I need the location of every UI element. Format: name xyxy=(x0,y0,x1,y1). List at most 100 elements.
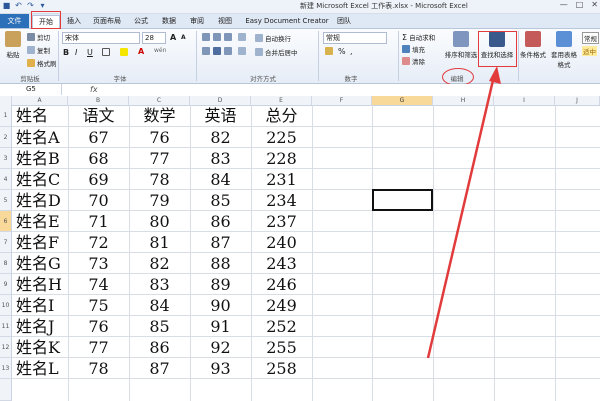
clear-button[interactable]: 清除 xyxy=(402,56,425,66)
cell-total[interactable]: 255 xyxy=(251,337,312,359)
header-cell-math[interactable]: 数学 xyxy=(129,105,190,127)
cell-total[interactable]: 228 xyxy=(251,148,312,170)
column-header-g[interactable]: G xyxy=(372,96,433,105)
cell-math[interactable]: 84 xyxy=(129,295,190,317)
select-all-corner[interactable] xyxy=(0,96,12,105)
column-header-b[interactable]: B xyxy=(68,96,129,105)
cell-name[interactable]: 姓名F xyxy=(16,232,68,254)
cell-math[interactable]: 80 xyxy=(129,211,190,233)
align-bottom-button[interactable] xyxy=(224,33,234,42)
align-top-button[interactable] xyxy=(202,33,212,42)
underline-button[interactable]: U xyxy=(87,48,93,57)
cell-total[interactable]: 249 xyxy=(251,295,312,317)
align-center-button[interactable] xyxy=(213,47,223,56)
active-cell-selection[interactable] xyxy=(372,189,433,211)
undo-icon[interactable]: ↶ xyxy=(14,1,23,10)
cell-math[interactable]: 77 xyxy=(129,148,190,170)
cell-english[interactable]: 92 xyxy=(190,337,251,359)
cell-total[interactable]: 231 xyxy=(251,169,312,191)
row-header[interactable]: 7 xyxy=(0,232,12,253)
fx-icon[interactable]: fx xyxy=(90,84,98,95)
row-header[interactable]: 8 xyxy=(0,253,12,274)
cell-chinese[interactable]: 76 xyxy=(68,316,129,338)
cell-name[interactable]: 姓名H xyxy=(16,274,68,296)
cell-total[interactable]: 234 xyxy=(251,190,312,212)
cell-math[interactable]: 78 xyxy=(129,169,190,191)
paste-button[interactable]: 粘贴 xyxy=(3,31,23,59)
style-normal[interactable]: 常规 xyxy=(582,32,599,44)
minimize-button[interactable]: — xyxy=(560,0,568,9)
comma-button[interactable]: , xyxy=(350,47,353,56)
orientation-button[interactable] xyxy=(238,33,248,42)
bold-button[interactable]: B xyxy=(63,48,69,57)
name-box[interactable]: G5 xyxy=(0,84,62,95)
cell-math[interactable]: 86 xyxy=(129,337,190,359)
header-cell-total[interactable]: 总分 xyxy=(251,105,312,127)
fill-button[interactable]: 填充 xyxy=(402,44,425,54)
cell-name[interactable]: 姓名G xyxy=(16,253,68,275)
save-icon[interactable]: ■ xyxy=(2,1,11,10)
row-header[interactable]: 4 xyxy=(0,169,12,190)
cell-total[interactable]: 237 xyxy=(251,211,312,233)
grow-font-button[interactable]: A xyxy=(170,33,176,42)
table-format-button[interactable]: 套用表格格式 xyxy=(551,31,577,69)
cell-chinese[interactable]: 74 xyxy=(68,274,129,296)
column-header-e[interactable]: E xyxy=(251,96,312,105)
cell-math[interactable]: 79 xyxy=(129,190,190,212)
row-header[interactable]: 1 xyxy=(0,105,12,127)
cell-name[interactable]: 姓名D xyxy=(16,190,68,212)
cell-math[interactable]: 85 xyxy=(129,316,190,338)
wrap-text-button[interactable]: 自动换行 xyxy=(255,33,291,43)
cell-name[interactable]: 姓名B xyxy=(16,148,68,170)
cell-english[interactable]: 87 xyxy=(190,232,251,254)
customize-qat-icon[interactable]: ▾ xyxy=(38,1,47,10)
autosum-button[interactable]: Σ 自动求和 xyxy=(402,32,435,42)
maximize-button[interactable]: □ xyxy=(576,0,584,9)
cell-math[interactable]: 83 xyxy=(129,274,190,296)
cell-name[interactable]: 姓名K xyxy=(16,337,68,359)
row-header[interactable]: 6 xyxy=(0,211,12,232)
cell-math[interactable]: 87 xyxy=(129,358,190,380)
cell-math[interactable]: 82 xyxy=(129,253,190,275)
cell-total[interactable]: 225 xyxy=(251,127,312,149)
row-header[interactable]: 5 xyxy=(0,190,12,211)
row-header[interactable] xyxy=(0,379,12,401)
header-cell-name[interactable]: 姓名 xyxy=(16,105,68,127)
row-header[interactable]: 10 xyxy=(0,295,12,316)
column-header-c[interactable]: C xyxy=(129,96,190,105)
tab-data[interactable]: 数据 xyxy=(159,15,179,27)
indent-button[interactable] xyxy=(238,47,248,56)
cell-english[interactable]: 90 xyxy=(190,295,251,317)
cell-chinese[interactable]: 71 xyxy=(68,211,129,233)
shrink-font-button[interactable]: A xyxy=(181,34,186,41)
column-header-h[interactable]: H xyxy=(433,96,494,105)
number-format-select[interactable]: 常规 xyxy=(323,32,387,44)
cell-chinese[interactable]: 78 xyxy=(68,358,129,380)
cell-total[interactable]: 258 xyxy=(251,358,312,380)
tab-view[interactable]: 视图 xyxy=(215,15,235,27)
format-painter-button[interactable]: 格式刷 xyxy=(27,58,57,68)
cell-english[interactable]: 93 xyxy=(190,358,251,380)
cell-english[interactable]: 89 xyxy=(190,274,251,296)
cell-name[interactable]: 姓名A xyxy=(16,127,68,149)
cell-math[interactable]: 76 xyxy=(129,127,190,149)
copy-button[interactable]: 复制 xyxy=(27,45,50,55)
tab-file[interactable]: 文件 xyxy=(0,14,29,28)
tab-team[interactable]: 团队 xyxy=(334,15,354,27)
font-size-select[interactable]: 28 xyxy=(142,32,166,44)
row-header[interactable]: 12 xyxy=(0,337,12,358)
cell-chinese[interactable]: 73 xyxy=(68,253,129,275)
cell-name[interactable]: 姓名E xyxy=(16,211,68,233)
cell-total[interactable]: 240 xyxy=(251,232,312,254)
cell-english[interactable]: 84 xyxy=(190,169,251,191)
column-header-i[interactable]: I xyxy=(494,96,555,105)
row-header[interactable]: 2 xyxy=(0,127,12,148)
cell-total[interactable]: 246 xyxy=(251,274,312,296)
cut-button[interactable]: 剪切 xyxy=(27,32,50,42)
sort-filter-button[interactable]: 排序和筛选 xyxy=(444,31,478,59)
cell-chinese[interactable]: 77 xyxy=(68,337,129,359)
cell-total[interactable]: 252 xyxy=(251,316,312,338)
borders-button[interactable] xyxy=(102,48,112,57)
cell-english[interactable]: 91 xyxy=(190,316,251,338)
cell-chinese[interactable]: 75 xyxy=(68,295,129,317)
